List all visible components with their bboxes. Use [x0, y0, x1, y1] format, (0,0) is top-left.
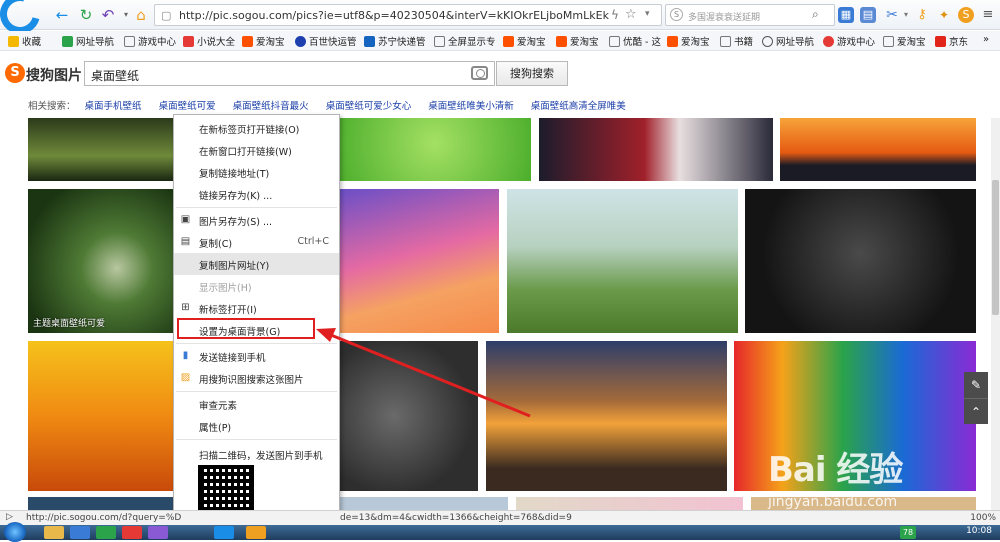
taskbar-app-icon[interactable] — [246, 526, 266, 539]
status-bar: ▷ http://pic.sogou.com/d?query=%D de=13&… — [0, 510, 1000, 525]
sidebar-toggle-icon[interactable]: ▷ — [6, 512, 13, 522]
annotation-arrow — [316, 328, 531, 418]
taskbar-app-icon[interactable] — [44, 526, 64, 539]
zoom-level[interactable]: 100% — [970, 513, 996, 523]
taskbar-app-icon[interactable] — [122, 526, 142, 539]
taskbar-app-icon[interactable] — [70, 526, 90, 539]
start-button-icon[interactable] — [4, 522, 26, 542]
taskbar-app-icon[interactable] — [148, 526, 168, 539]
windows-taskbar: 78 10:08 — [0, 522, 1000, 542]
taskbar-app-icon[interactable] — [96, 526, 116, 539]
annotation-arrow-line — [325, 331, 531, 418]
taskbar-app-icon[interactable] — [214, 526, 234, 539]
clock[interactable]: 10:08 — [966, 526, 992, 536]
annotation-arrow-head — [316, 328, 336, 342]
status-url: http://pic.sogou.com/d?query=%D — [26, 513, 182, 523]
tray-badge[interactable]: 78 — [900, 526, 916, 539]
status-url-tail: de=13&dm=4&cwidth=1366&cheight=768&did=9 — [340, 513, 572, 523]
